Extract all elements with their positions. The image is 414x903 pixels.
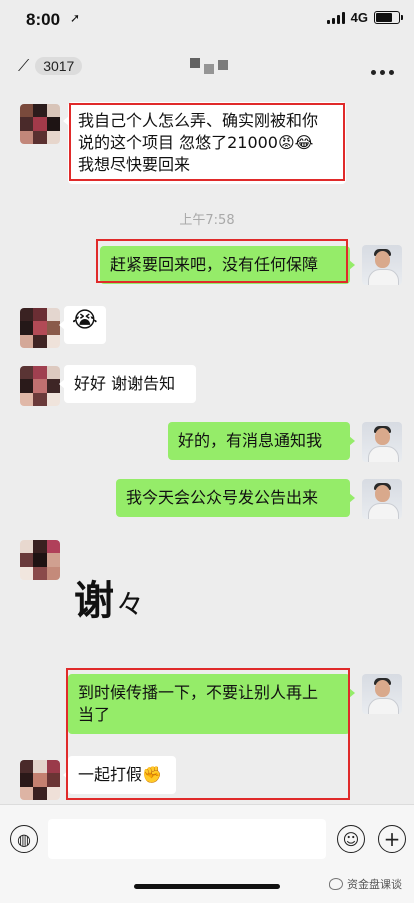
avatar[interactable] [20, 540, 60, 580]
voice-icon[interactable]: ◍ [10, 825, 38, 853]
plus-icon[interactable]: + [378, 825, 406, 853]
emoji-icon[interactable]: ☺ [337, 825, 365, 853]
handwriting-main: 谢 [74, 577, 114, 624]
location-arrow-icon: ➚ [70, 11, 81, 25]
message-line: 我想尽快要回来 [78, 155, 191, 174]
message-text: 我今天会公众号发公告出来 [126, 488, 319, 507]
message-text: 一起打假✊ [78, 765, 162, 784]
message-bubble[interactable]: 到时候传播一下，不要让别人再上 当了 [68, 674, 355, 734]
message-bubble[interactable]: 我今天会公众号发公告出来 [116, 479, 355, 517]
message-text: 好好 谢谢告知 [74, 374, 176, 393]
network-type: 4G [350, 10, 368, 25]
chat-navbar: ⟋ 3017 [0, 44, 414, 88]
unread-count-badge: 3017 [35, 57, 83, 75]
avatar[interactable] [20, 104, 60, 144]
handwriting-sticker[interactable]: 谢々 [74, 568, 144, 626]
message-input[interactable] [48, 819, 326, 859]
watermark: 资金盘课谈 [329, 876, 402, 892]
avatar[interactable] [362, 245, 402, 285]
message-timestamp: 上午7:58 [179, 213, 235, 228]
avatar[interactable] [20, 308, 60, 348]
wechat-logo-icon [329, 878, 343, 890]
message-bubble[interactable]: 一起打假✊ [63, 756, 176, 794]
message-text: 好的，有消息通知我 [178, 431, 323, 450]
message-line: 到时候传播一下，不要让别人再上 [78, 683, 319, 702]
avatar[interactable] [362, 479, 402, 519]
handwriting-repeat: 々 [116, 588, 145, 621]
message-line: 说的这个项目 忽悠了21000😡😂 [78, 133, 314, 152]
message-text: 😭 [72, 308, 98, 333]
message-text: 赶紧要回来吧，没有任何保障 [110, 255, 319, 274]
battery-icon [374, 11, 403, 24]
back-button[interactable]: ⟋ 3017 [12, 54, 90, 78]
avatar[interactable] [362, 422, 402, 462]
chat-area[interactable]: 我自己个人怎么弄、确实刚被和你 说的这个项目 忽悠了21000😡😂 我想尽快要回… [0, 88, 414, 804]
avatar[interactable] [20, 760, 60, 800]
more-button[interactable] [369, 56, 396, 80]
home-indicator [134, 884, 280, 889]
message-bubble[interactable]: 赶紧要回来吧，没有任何保障 [100, 246, 355, 284]
status-time: 8:00 [26, 10, 61, 29]
message-bubble[interactable]: 好的，有消息通知我 [168, 422, 355, 460]
message-bubble[interactable]: 好好 谢谢告知 [59, 365, 196, 403]
status-right-group: 4G [326, 10, 403, 25]
message-bubble[interactable]: 我自己个人怎么弄、确实刚被和你 说的这个项目 忽悠了21000😡😂 我想尽快要回… [63, 102, 346, 184]
message-line: 我自己个人怎么弄、确实刚被和你 [78, 111, 319, 130]
status-bar: 8:00 ➚ 4G [0, 0, 414, 44]
chat-title-redacted [190, 58, 234, 76]
chevron-left-icon: ⟋ [18, 56, 30, 75]
message-bubble[interactable]: 😭 [59, 306, 106, 344]
watermark-text: 资金盘课谈 [347, 878, 402, 891]
avatar[interactable] [362, 674, 402, 714]
signal-bars-icon [326, 11, 345, 24]
more-dots-icon [369, 56, 396, 80]
message-line: 当了 [78, 705, 111, 724]
avatar[interactable] [20, 366, 60, 406]
